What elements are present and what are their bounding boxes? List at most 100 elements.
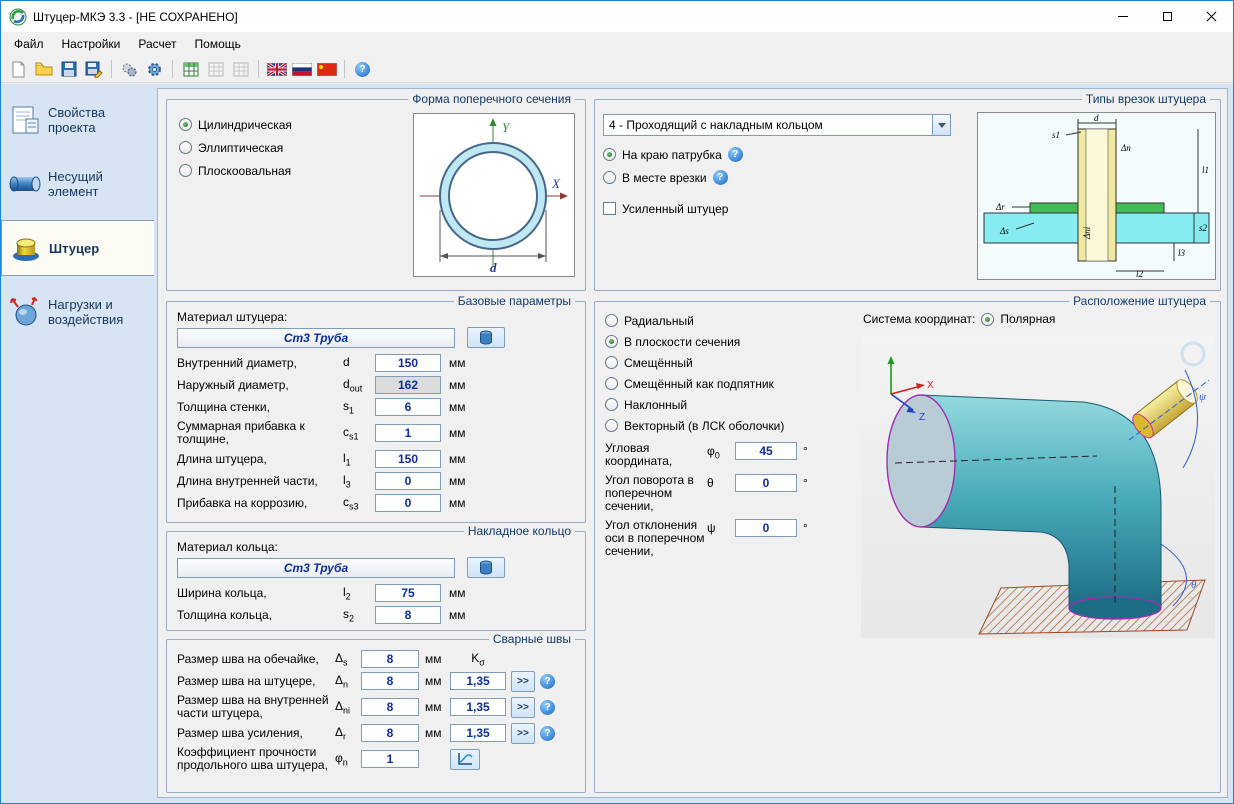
menu-settings[interactable]: Настройки [53,32,130,56]
close-button[interactable] [1189,1,1233,32]
param-row-nozzle-length: Длина штуцера, l1 150 мм [177,448,575,470]
help-icon[interactable] [540,700,555,715]
param-input[interactable]: 6 [375,398,441,416]
param-symbol: dout [343,377,375,393]
location-option-vector[interactable]: Векторный (в ЛСК оболочки) [605,415,808,436]
material-database-button[interactable] [467,327,505,348]
save-icon[interactable] [57,58,80,80]
location-option-in-section-plane[interactable]: В плоскости сечения [605,331,808,352]
k-sigma-input[interactable]: 1,35 [450,672,506,690]
nozzle-material-field[interactable]: Ст3 Труба [177,328,455,348]
axis-x-label: X [927,380,934,391]
help-icon[interactable] [728,147,743,162]
param-input[interactable]: 8 [361,672,419,690]
location-option-offset-as-support[interactable]: Смещённый как подпятник [605,373,808,394]
param-symbol: Δni [335,699,361,715]
help-icon[interactable] [540,726,555,741]
param-unit: мм [441,400,466,414]
flag-en-icon[interactable] [265,58,288,80]
param-input[interactable]: 0 [375,494,441,512]
sidebar-item-label: Несущий элемент [48,169,154,199]
shape-option-cylindrical[interactable]: Цилиндрическая [179,114,292,135]
shape-option-flat-oval[interactable]: Плоскоовальная [179,160,292,181]
nozzle-3d-viewport[interactable]: ψ θ X Z [861,336,1215,638]
menu-file[interactable]: Файл [5,32,53,56]
table-disabled-1-icon[interactable] [204,58,227,80]
menu-help[interactable]: Помощь [186,32,250,56]
sidebar-item-shell-element[interactable]: Несущий элемент [1,156,154,212]
param-row-ring-thickness: Толщина кольца, s2 8 мм [177,604,575,626]
radio-icon [605,356,618,369]
more-button[interactable]: >> [511,697,535,718]
param-label: Ширина кольца, [177,587,343,600]
group-title: Расположение штуцера [1069,294,1210,308]
menu-calculation[interactable]: Расчет [129,32,185,56]
units-settings-icon[interactable] [118,58,141,80]
strength-chart-button[interactable] [450,749,480,770]
reinforced-nozzle-checkbox[interactable]: Усиленный штуцер [603,198,743,219]
flag-ru-icon[interactable] [290,58,313,80]
more-button[interactable]: >> [511,723,535,744]
angle-row-psi: Угол отклонения оси в поперечном сечении… [605,519,808,558]
shape-option-elliptical[interactable]: Эллиптическая [179,137,292,158]
save-as-icon[interactable] [82,58,105,80]
more-button[interactable]: >> [511,671,535,692]
chevron-down-icon[interactable] [932,115,950,135]
k-sigma-input[interactable]: 1,35 [450,724,506,742]
sidebar-item-loads[interactable]: Нагрузки и воздействия [1,284,154,340]
param-label: Длина внутренней части, [177,475,343,488]
minimize-button[interactable] [1101,1,1145,32]
radio-icon [605,335,618,348]
param-input[interactable]: 8 [361,698,419,716]
options-gear-icon[interactable] [143,58,166,80]
sidebar-item-nozzle[interactable]: Штуцер [1,220,154,276]
flag-cn-icon[interactable] [315,58,338,80]
param-input[interactable]: 150 [375,354,441,372]
param-input[interactable]: 0 [735,474,797,492]
param-label: Коэффициент прочности продольного шва шт… [177,746,335,772]
maximize-button[interactable] [1145,1,1189,32]
param-input[interactable]: 150 [375,450,441,468]
table-disabled-2-icon[interactable] [229,58,252,80]
param-input[interactable]: 0 [735,519,797,537]
ring-material-field[interactable]: Ст3 Труба [177,558,455,578]
table-active-icon[interactable] [179,58,202,80]
radio-icon[interactable] [981,313,994,326]
param-input[interactable]: 1 [361,750,419,768]
param-input[interactable]: 45 [735,442,797,460]
radio-label: Радиальный [624,314,694,328]
dim-label-dn: Δn [1120,143,1131,153]
open-folder-icon[interactable] [32,58,55,80]
type-option-at-junction[interactable]: В месте врезки [603,167,743,188]
param-input[interactable]: 75 [375,584,441,602]
menu-bar: Файл Настройки Расчет Помощь [1,32,1233,56]
dim-label-l3: l3 [1178,248,1186,258]
sidebar-item-project-properties[interactable]: Свойства проекта [1,92,154,148]
k-sigma-input[interactable]: 1,35 [450,698,506,716]
param-unit: мм [419,674,445,688]
param-unit: ° [797,442,808,458]
param-input[interactable]: 8 [361,650,419,668]
help-icon[interactable] [351,58,374,80]
dim-label-dr: Δr [995,202,1005,212]
new-file-icon[interactable] [7,58,30,80]
param-input[interactable]: 1 [375,424,441,442]
database-icon [479,560,493,575]
radio-label: Смещённый [624,356,693,370]
param-symbol: cs3 [343,495,375,511]
nozzle-type-combobox[interactable]: 4 - Проходящий с накладным кольцом [603,114,951,136]
location-option-offset[interactable]: Смещённый [605,352,808,373]
project-properties-icon [8,103,42,137]
location-option-inclined[interactable]: Наклонный [605,394,808,415]
dim-label-l2: l2 [1136,269,1144,279]
param-input[interactable]: 8 [375,606,441,624]
param-input[interactable]: 8 [361,724,419,742]
param-input[interactable]: 0 [375,472,441,490]
location-option-radial[interactable]: Радиальный [605,310,808,331]
material-database-button[interactable] [467,557,505,578]
app-icon [9,8,27,26]
group-title: Сварные швы [489,632,575,646]
help-icon[interactable] [713,170,728,185]
help-icon[interactable] [540,674,555,689]
type-option-at-pipe-edge[interactable]: На краю патрубка [603,144,743,165]
